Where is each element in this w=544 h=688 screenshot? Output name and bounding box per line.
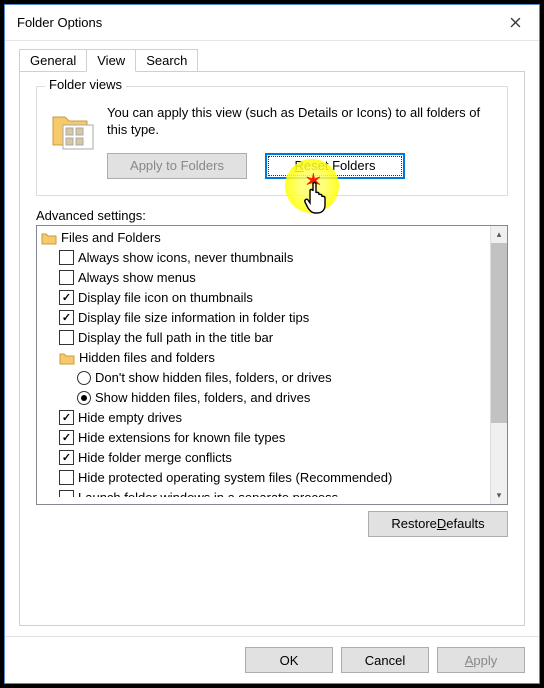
- window-title: Folder Options: [17, 15, 102, 30]
- tree-item-label: Always show icons, never thumbnails: [78, 250, 293, 265]
- folder-views-group: Folder views You can apply this view (su…: [36, 86, 508, 196]
- tree-item[interactable]: Display the full path in the title bar: [37, 328, 490, 348]
- cancel-button[interactable]: Cancel: [341, 647, 429, 673]
- scroll-down-button[interactable]: ▾: [491, 487, 507, 504]
- tree-item-label: Show hidden files, folders, and drives: [95, 390, 310, 405]
- checkbox-icon: [59, 270, 74, 285]
- ok-button[interactable]: OK: [245, 647, 333, 673]
- apply-to-folders-button: Apply to Folders: [107, 153, 247, 179]
- close-button[interactable]: [495, 9, 535, 37]
- tree-item-label: Hide protected operating system files (R…: [78, 470, 392, 485]
- tree-item-label: Don't show hidden files, folders, or dri…: [95, 370, 332, 385]
- tree-item[interactable]: Hide folder merge conflicts: [37, 448, 490, 468]
- tree-item[interactable]: Always show icons, never thumbnails: [37, 248, 490, 268]
- tree-root: Files and Folders: [37, 228, 490, 248]
- tree-item[interactable]: Hide empty drives: [37, 408, 490, 428]
- checkbox-icon: [59, 450, 74, 465]
- tree-item-label: Hidden files and folders: [79, 350, 215, 365]
- dialog-content: General View Search Folder views: [5, 41, 539, 636]
- folder-views-description: You can apply this view (such as Details…: [107, 105, 495, 139]
- tree-item-label: Display file size information in folder …: [78, 310, 309, 325]
- apply-button: Apply: [437, 647, 525, 673]
- radio-icon: [77, 391, 91, 405]
- scroll-up-button[interactable]: ▴: [491, 226, 507, 243]
- tab-view[interactable]: View: [86, 49, 136, 72]
- advanced-settings-tree[interactable]: Files and Folders Always show icons, neve…: [36, 225, 508, 505]
- tree-item[interactable]: Always show menus: [37, 268, 490, 288]
- tree-item-label: Always show menus: [78, 270, 196, 285]
- checkbox-icon: [59, 250, 74, 265]
- tree-item-label: Hide extensions for known file types: [78, 430, 285, 445]
- tree-item[interactable]: Launch folder windows in a separate proc…: [37, 488, 490, 504]
- checkbox-icon: [59, 310, 74, 325]
- advanced-settings-label: Advanced settings:: [36, 208, 508, 223]
- checkbox-icon: [59, 470, 74, 485]
- tree-item[interactable]: Display file size information in folder …: [37, 308, 490, 328]
- dialog-button-row: OK Cancel Apply: [5, 636, 539, 683]
- tree-item[interactable]: Show hidden files, folders, and drives: [37, 388, 490, 408]
- tab-search[interactable]: Search: [135, 49, 198, 71]
- tree-item-label: Hide empty drives: [78, 410, 182, 425]
- tree-item[interactable]: Don't show hidden files, folders, or dri…: [37, 368, 490, 388]
- tree-item-label: Hide folder merge conflicts: [78, 450, 232, 465]
- radio-icon: [77, 371, 91, 385]
- folder-options-dialog: Folder Options General View Search Folde…: [4, 4, 540, 684]
- tree-item-label: Display the full path in the title bar: [78, 330, 273, 345]
- tree-item: Hidden files and folders: [37, 348, 490, 368]
- checkbox-icon: [59, 430, 74, 445]
- tree-item[interactable]: Hide extensions for known file types: [37, 428, 490, 448]
- view-tab-panel: Folder views You can apply this view (su…: [19, 71, 525, 626]
- close-icon: [510, 17, 521, 28]
- checkbox-icon: [59, 290, 74, 305]
- checkbox-icon: [59, 490, 74, 504]
- reset-folders-button[interactable]: Reset Folders: [265, 153, 405, 179]
- folder-views-icon: [49, 105, 97, 153]
- folder-views-label: Folder views: [45, 77, 126, 92]
- tab-general[interactable]: General: [19, 49, 87, 71]
- scroll-track[interactable]: [491, 243, 507, 487]
- tree-item-label: Display file icon on thumbnails: [78, 290, 253, 305]
- restore-defaults-button[interactable]: Restore Defaults: [368, 511, 508, 537]
- scroll-thumb[interactable]: [491, 243, 507, 423]
- titlebar: Folder Options: [5, 5, 539, 41]
- checkbox-icon: [59, 410, 74, 425]
- scrollbar[interactable]: ▴ ▾: [490, 226, 507, 504]
- checkbox-icon: [59, 330, 74, 345]
- tree-item-label: Launch folder windows in a separate proc…: [78, 490, 338, 504]
- tab-strip: General View Search: [19, 47, 525, 71]
- tree-item[interactable]: Hide protected operating system files (R…: [37, 468, 490, 488]
- tree-item[interactable]: Display file icon on thumbnails: [37, 288, 490, 308]
